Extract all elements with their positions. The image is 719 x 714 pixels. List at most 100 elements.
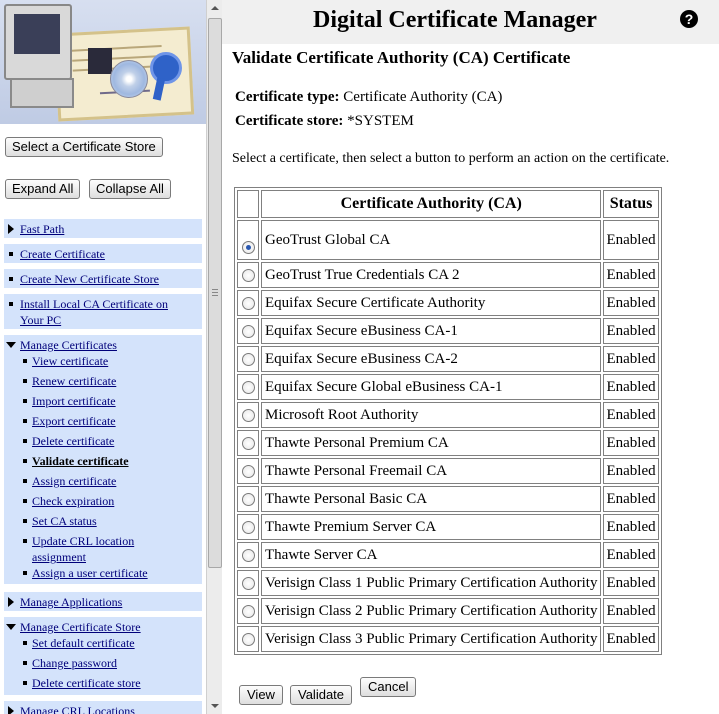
nav-view-certificate-link[interactable]: View certificate bbox=[4, 353, 202, 369]
certificate-radio-button[interactable] bbox=[241, 408, 255, 422]
ca-name-cell: Microsoft Root Authority bbox=[261, 402, 602, 428]
ca-column-header: Certificate Authority (CA) bbox=[261, 190, 602, 218]
scroll-up-arrow-icon[interactable] bbox=[207, 0, 222, 16]
certificate-radio-button[interactable] bbox=[241, 520, 255, 534]
table-row[interactable]: Thawte Server CA Enabled bbox=[237, 542, 659, 568]
row-select-cell bbox=[237, 262, 259, 288]
scrollbar-thumb[interactable] bbox=[208, 18, 222, 568]
nav-manage-applications-link[interactable]: Manage Applications bbox=[4, 594, 202, 610]
certificate-radio-button[interactable] bbox=[241, 240, 255, 254]
table-row[interactable]: Thawte Personal Freemail CA Enabled bbox=[237, 458, 659, 484]
nav-section-create-new-store: Create New Certificate Store bbox=[4, 269, 202, 288]
nav-install-local-ca-link[interactable]: Install Local CA Certificate on Your PC bbox=[4, 296, 202, 328]
nav-check-expiration-link[interactable]: Check expiration bbox=[4, 493, 202, 509]
ca-name-cell: GeoTrust True Credentials CA 2 bbox=[261, 262, 602, 288]
nav-update-crl-location-link[interactable]: Update CRL location assignment bbox=[4, 533, 202, 565]
status-cell: Enabled bbox=[603, 626, 659, 652]
nav-manage-store-link[interactable]: Manage Certificate Store bbox=[4, 619, 202, 635]
select-column-header bbox=[237, 190, 259, 218]
navigation-pane: Select a Certificate Store Expand All Co… bbox=[0, 0, 206, 714]
expand-arrow-icon bbox=[8, 224, 14, 234]
row-select-cell bbox=[237, 486, 259, 512]
view-button[interactable]: View bbox=[239, 685, 283, 705]
nav-section-manage-certificates: Manage Certificates View certificate Ren… bbox=[4, 335, 202, 584]
nav-create-new-store-link[interactable]: Create New Certificate Store bbox=[4, 271, 202, 287]
nav-create-certificate-link[interactable]: Create Certificate bbox=[4, 246, 202, 262]
table-row[interactable]: Thawte Premium Server CA Enabled bbox=[237, 514, 659, 540]
certificate-radio-button[interactable] bbox=[241, 604, 255, 618]
scroll-down-arrow-icon[interactable] bbox=[207, 698, 222, 714]
expand-all-button[interactable]: Expand All bbox=[5, 179, 81, 199]
certificate-radio-button[interactable] bbox=[241, 548, 255, 562]
table-header-row: Certificate Authority (CA) Status bbox=[237, 190, 659, 218]
select-certificate-store-button[interactable]: Select a Certificate Store bbox=[5, 137, 163, 157]
certificate-radio-button[interactable] bbox=[241, 576, 255, 590]
row-select-cell bbox=[237, 626, 259, 652]
table-row[interactable]: Verisign Class 1 Public Primary Certific… bbox=[237, 570, 659, 596]
nav-assign-certificate-link[interactable]: Assign certificate bbox=[4, 473, 202, 489]
nav-export-certificate-link[interactable]: Export certificate bbox=[4, 413, 202, 429]
nav-scrollbar[interactable] bbox=[206, 0, 222, 714]
bullet-icon bbox=[23, 439, 27, 443]
nav-renew-certificate-link[interactable]: Renew certificate bbox=[4, 373, 202, 389]
table-row[interactable]: Equifax Secure eBusiness CA-2 Enabled bbox=[237, 346, 659, 372]
certificate-radio-button[interactable] bbox=[241, 296, 255, 310]
nav-assign-user-certificate-link[interactable]: Assign a user certificate bbox=[4, 565, 202, 581]
collapse-all-button[interactable]: Collapse All bbox=[89, 179, 171, 199]
certificate-radio-button[interactable] bbox=[241, 436, 255, 450]
nav-set-default-certificate-link[interactable]: Set default certificate bbox=[4, 635, 202, 651]
certificate-radio-button[interactable] bbox=[241, 352, 255, 366]
table-row[interactable]: Thawte Personal Premium CA Enabled bbox=[237, 430, 659, 456]
nav-fast-path-link[interactable]: Fast Path bbox=[4, 221, 202, 237]
nav-import-certificate-link[interactable]: Import certificate bbox=[4, 393, 202, 409]
nav-validate-certificate-link[interactable]: Validate certificate bbox=[4, 453, 202, 469]
certificate-radio-button[interactable] bbox=[241, 492, 255, 506]
ca-name-cell: Equifax Secure eBusiness CA-1 bbox=[261, 318, 602, 344]
certificate-radio-button[interactable] bbox=[241, 632, 255, 646]
computer-icon bbox=[4, 4, 72, 80]
server-icon bbox=[88, 48, 112, 74]
ca-name-cell: Verisign Class 2 Public Primary Certific… bbox=[261, 598, 602, 624]
row-select-cell bbox=[237, 514, 259, 540]
row-select-cell bbox=[237, 374, 259, 400]
certificate-radio-button[interactable] bbox=[241, 268, 255, 282]
nav-change-password-link[interactable]: Change password bbox=[4, 655, 202, 671]
nav-delete-certificate-link[interactable]: Delete certificate bbox=[4, 433, 202, 449]
ca-name-cell: Verisign Class 3 Public Primary Certific… bbox=[261, 626, 602, 652]
table-row[interactable]: Equifax Secure eBusiness CA-1 Enabled bbox=[237, 318, 659, 344]
bullet-icon bbox=[23, 661, 27, 665]
header-bar: Digital Certificate Manager ? bbox=[222, 0, 719, 44]
validate-button[interactable]: Validate bbox=[290, 685, 353, 705]
table-row[interactable]: Verisign Class 2 Public Primary Certific… bbox=[237, 598, 659, 624]
nav-delete-store-link[interactable]: Delete certificate store bbox=[4, 675, 202, 691]
ca-name-cell: Thawte Server CA bbox=[261, 542, 602, 568]
cancel-button[interactable]: Cancel bbox=[360, 677, 417, 697]
table-row[interactable]: Equifax Secure Global eBusiness CA-1 Enab… bbox=[237, 374, 659, 400]
app-title: Digital Certificate Manager bbox=[313, 7, 597, 33]
ca-name-cell: Thawte Personal Basic CA bbox=[261, 486, 602, 512]
row-select-cell bbox=[237, 346, 259, 372]
bullet-icon bbox=[23, 681, 27, 685]
bullet-icon bbox=[9, 277, 13, 281]
table-row[interactable]: GeoTrust True Credentials CA 2 Enabled bbox=[237, 262, 659, 288]
nav-manage-certificates-link[interactable]: Manage Certificates bbox=[4, 337, 202, 353]
row-select-cell bbox=[237, 220, 259, 260]
table-row[interactable]: Equifax Secure Certificate Authority Enab… bbox=[237, 290, 659, 316]
table-row[interactable]: GeoTrust Global CA Enabled bbox=[237, 220, 659, 260]
ca-name-cell: Thawte Premium Server CA bbox=[261, 514, 602, 540]
table-row[interactable]: Thawte Personal Basic CA Enabled bbox=[237, 486, 659, 512]
nav-manage-crl-link[interactable]: Manage CRL Locations bbox=[4, 703, 202, 714]
nav-section-install-local-ca: Install Local CA Certificate on Your PC bbox=[4, 294, 202, 329]
table-row[interactable]: Verisign Class 3 Public Primary Certific… bbox=[237, 626, 659, 652]
certificate-type-value: Certificate Authority (CA) bbox=[343, 89, 503, 105]
status-cell: Enabled bbox=[603, 220, 659, 260]
nav-set-ca-status-link[interactable]: Set CA status bbox=[4, 513, 202, 529]
status-cell: Enabled bbox=[603, 318, 659, 344]
ca-name-cell: Verisign Class 1 Public Primary Certific… bbox=[261, 570, 602, 596]
certificate-radio-button[interactable] bbox=[241, 380, 255, 394]
table-row[interactable]: Microsoft Root Authority Enabled bbox=[237, 402, 659, 428]
row-select-cell bbox=[237, 318, 259, 344]
help-icon[interactable]: ? bbox=[680, 10, 698, 28]
certificate-radio-button[interactable] bbox=[241, 464, 255, 478]
certificate-radio-button[interactable] bbox=[241, 324, 255, 338]
